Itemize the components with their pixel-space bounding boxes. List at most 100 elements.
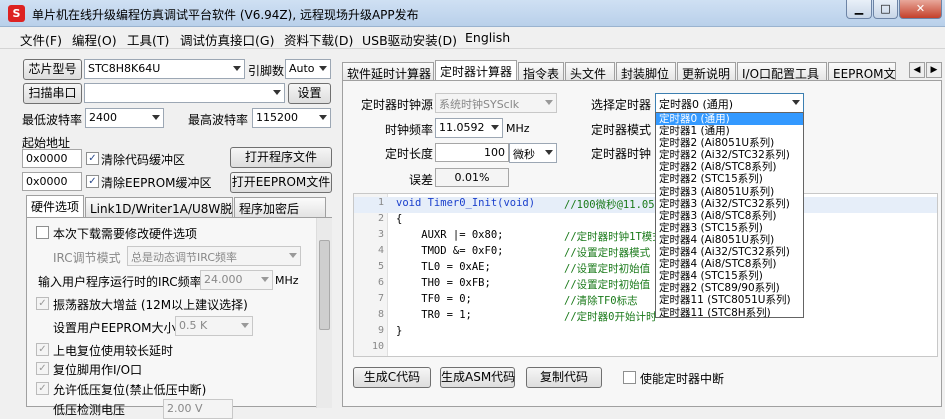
tab-offline[interactable]: Link1D/Writer1A/U8W脱机 bbox=[85, 197, 233, 217]
timer-option[interactable]: 定时器3 (Ai8/STC8系列) bbox=[656, 210, 803, 222]
chip-model-select[interactable]: STC8H8K64U bbox=[84, 59, 245, 79]
osc-gain-checkbox[interactable]: ✓ bbox=[36, 297, 49, 310]
menu-download[interactable]: 资料下载(D) bbox=[284, 30, 353, 49]
timer-option[interactable]: 定时器4 (STC15系列) bbox=[656, 270, 803, 282]
timer-option[interactable]: 定时器3 (Ai8051U系列) bbox=[656, 186, 803, 198]
timer-select[interactable]: 定时器0 (通用) bbox=[655, 93, 804, 113]
chip-model-button[interactable]: 芯片型号 bbox=[23, 59, 82, 80]
lvd-voltage-select[interactable]: 2.00 V bbox=[163, 399, 233, 419]
timer-unit-select[interactable]: 微秒 bbox=[509, 143, 557, 163]
timer-option[interactable]: 定时器3 (Ai32/STC32系列) bbox=[656, 198, 803, 210]
error-label: 误差 bbox=[409, 173, 434, 187]
timer-option[interactable]: 定时器4 (Ai8051U系列) bbox=[656, 234, 803, 246]
power-delay-checkbox[interactable]: ✓ bbox=[36, 343, 49, 356]
reset-io-label: 复位脚用作I/O口 bbox=[53, 363, 143, 377]
timer-option[interactable]: 定时器2 (Ai32/STC32系列) bbox=[656, 149, 803, 161]
close-button[interactable]: ✕ bbox=[899, 0, 942, 19]
max-baud-value: 115200 bbox=[256, 111, 298, 124]
tab-encrypt[interactable]: 程序加密后 bbox=[234, 197, 326, 217]
timer-option[interactable]: 定时器2 (Ai8/STC8系列) bbox=[656, 161, 803, 173]
osc-gain-label: 振荡器放大增益 (12M以上建议选择) bbox=[53, 298, 248, 312]
min-baud-select[interactable]: 2400 bbox=[85, 108, 164, 128]
menu-debug[interactable]: 调试仿真接口(G) bbox=[180, 30, 274, 49]
pins-select[interactable]: Auto bbox=[285, 59, 331, 79]
enable-interrupt-label: 使能定时器中断 bbox=[640, 372, 725, 386]
lvd-label: 允许低压复位(禁止低压中断) bbox=[53, 383, 207, 397]
clock-source-select[interactable]: 系统时钟SYSclk bbox=[435, 93, 557, 113]
menu-english[interactable]: English bbox=[465, 30, 510, 45]
clear-code-label: 清除代码缓冲区 bbox=[101, 153, 186, 167]
tab-instructions[interactable]: 指令表 bbox=[518, 62, 564, 82]
menu-usb-driver[interactable]: USB驱动安装(D) bbox=[362, 30, 457, 49]
code-address-input[interactable]: 0x0000 bbox=[22, 149, 82, 168]
eeprom-size-value: 0.5 K bbox=[179, 319, 208, 332]
timer-option[interactable]: 定时器4 (Ai8/STC8系列) bbox=[656, 258, 803, 270]
irc-mode-select[interactable]: 总是动态调节IRC频率 bbox=[127, 246, 301, 266]
irc-mode-label: IRC调节模式 bbox=[53, 251, 121, 265]
timer-option[interactable]: 定时器2 (STC15系列) bbox=[656, 173, 803, 185]
timer-length-input[interactable]: 100 bbox=[435, 143, 509, 162]
scrollbar-thumb[interactable] bbox=[319, 240, 330, 330]
irc-freq-select[interactable]: 24.000 bbox=[200, 270, 273, 290]
title-bar: S 单片机在线升级编程仿真调试平台软件 (V6.94Z), 远程现场升级APP发… bbox=[0, 0, 945, 27]
port-select[interactable] bbox=[84, 83, 285, 103]
tab-eeprom-file[interactable]: EEPROM文件 bbox=[828, 62, 896, 82]
tab-changelog[interactable]: 更新说明 bbox=[677, 62, 736, 82]
generate-c-code-button[interactable]: 生成C代码 bbox=[353, 367, 431, 388]
code-view[interactable]: 1 void Timer0_Init(void)//100微秒@11.0592MH… bbox=[353, 193, 938, 357]
clear-eeprom-checkbox[interactable]: ✓ bbox=[86, 175, 99, 188]
options-scrollbar[interactable] bbox=[316, 218, 332, 408]
lvd-checkbox[interactable]: ✓ bbox=[36, 382, 49, 395]
scan-port-button[interactable]: 扫描串口 bbox=[23, 83, 82, 104]
max-baud-select[interactable]: 115200 bbox=[252, 108, 331, 128]
window-title: 单片机在线升级编程仿真调试平台软件 (V6.94Z), 远程现场升级APP发布 bbox=[32, 8, 419, 22]
eeprom-address-input[interactable]: 0x0000 bbox=[22, 172, 82, 191]
code-text: TR0 = 1; bbox=[396, 309, 472, 321]
tab-scroll-left-icon[interactable]: ◀ bbox=[909, 62, 925, 78]
line-number: 6 bbox=[377, 277, 384, 288]
code-text: void Timer0_Init(void) bbox=[396, 197, 536, 209]
timer-option[interactable]: 定时器2 (Ai8051U系列) bbox=[656, 137, 803, 149]
timer-select-value: 定时器0 (通用) bbox=[659, 98, 734, 111]
line-number: 4 bbox=[377, 245, 384, 256]
timer-option[interactable]: 定时器2 (STC89/90系列) bbox=[656, 282, 803, 294]
timer-option[interactable]: 定时器0 (通用) bbox=[656, 113, 803, 126]
chevron-down-icon bbox=[491, 125, 499, 130]
eeprom-size-select[interactable]: 0.5 K bbox=[175, 316, 253, 336]
code-text: TL0 = 0xAE; bbox=[396, 261, 491, 273]
tab-io-config[interactable]: I/O口配置工具 bbox=[737, 62, 827, 82]
tab-scroll-right-icon[interactable]: ▶ bbox=[926, 62, 942, 78]
enable-interrupt-checkbox[interactable] bbox=[623, 371, 636, 384]
timer-option[interactable]: 定时器11 (STC8051U系列) bbox=[656, 294, 803, 306]
timer-option[interactable]: 定时器11 (STC8H系列) bbox=[656, 307, 803, 318]
clock-freq-select[interactable]: 11.0592 bbox=[435, 118, 503, 138]
hardware-options-panel: 本次下载需要修改硬件选项 IRC调节模式 总是动态调节IRC频率 输入用户程序运… bbox=[26, 217, 332, 419]
clear-code-checkbox[interactable]: ✓ bbox=[86, 152, 99, 165]
menu-program[interactable]: 编程(O) bbox=[72, 30, 117, 49]
timer-select-label: 选择定时器 bbox=[591, 98, 652, 112]
irc-freq-unit: MHz bbox=[275, 274, 299, 287]
tab-timer-calc[interactable]: 定时器计算器 bbox=[435, 60, 517, 82]
chevron-down-icon bbox=[319, 66, 327, 71]
code-line: 1 void Timer0_Init(void)//100微秒@11.0592MH… bbox=[354, 197, 937, 213]
maximize-button[interactable]: □ bbox=[873, 0, 898, 19]
timer-option[interactable]: 定时器1 (通用) bbox=[656, 125, 803, 137]
tab-header-files[interactable]: 头文件 bbox=[565, 62, 615, 82]
timer-option[interactable]: 定时器4 (Ai32/STC32系列) bbox=[656, 246, 803, 258]
timer-option[interactable]: 定时器3 (STC15系列) bbox=[656, 222, 803, 234]
menu-tools[interactable]: 工具(T) bbox=[127, 30, 169, 49]
tab-package-pins[interactable]: 封装脚位 bbox=[616, 62, 676, 82]
generate-asm-code-button[interactable]: 生成ASM代码 bbox=[440, 367, 515, 388]
open-program-button[interactable]: 打开程序文件 bbox=[230, 147, 332, 168]
tab-delay-calc[interactable]: 软件延时计算器 bbox=[342, 62, 434, 82]
menu-file[interactable]: 文件(F) bbox=[20, 30, 62, 49]
reset-io-checkbox[interactable]: ✓ bbox=[36, 362, 49, 375]
tab-hardware-options[interactable]: 硬件选项 bbox=[26, 195, 84, 217]
modify-options-checkbox[interactable] bbox=[36, 226, 49, 239]
right-tab-strip: 软件延时计算器 定时器计算器 指令表 头文件 封装脚位 更新说明 I/O口配置工… bbox=[342, 60, 945, 82]
settings-button[interactable]: 设置 bbox=[288, 83, 331, 104]
line-number: 1 bbox=[377, 197, 384, 208]
minimize-button[interactable]: ▁ bbox=[846, 0, 872, 19]
open-eeprom-button[interactable]: 打开EEPROM文件 bbox=[230, 172, 332, 193]
copy-code-button[interactable]: 复制代码 bbox=[526, 367, 602, 388]
